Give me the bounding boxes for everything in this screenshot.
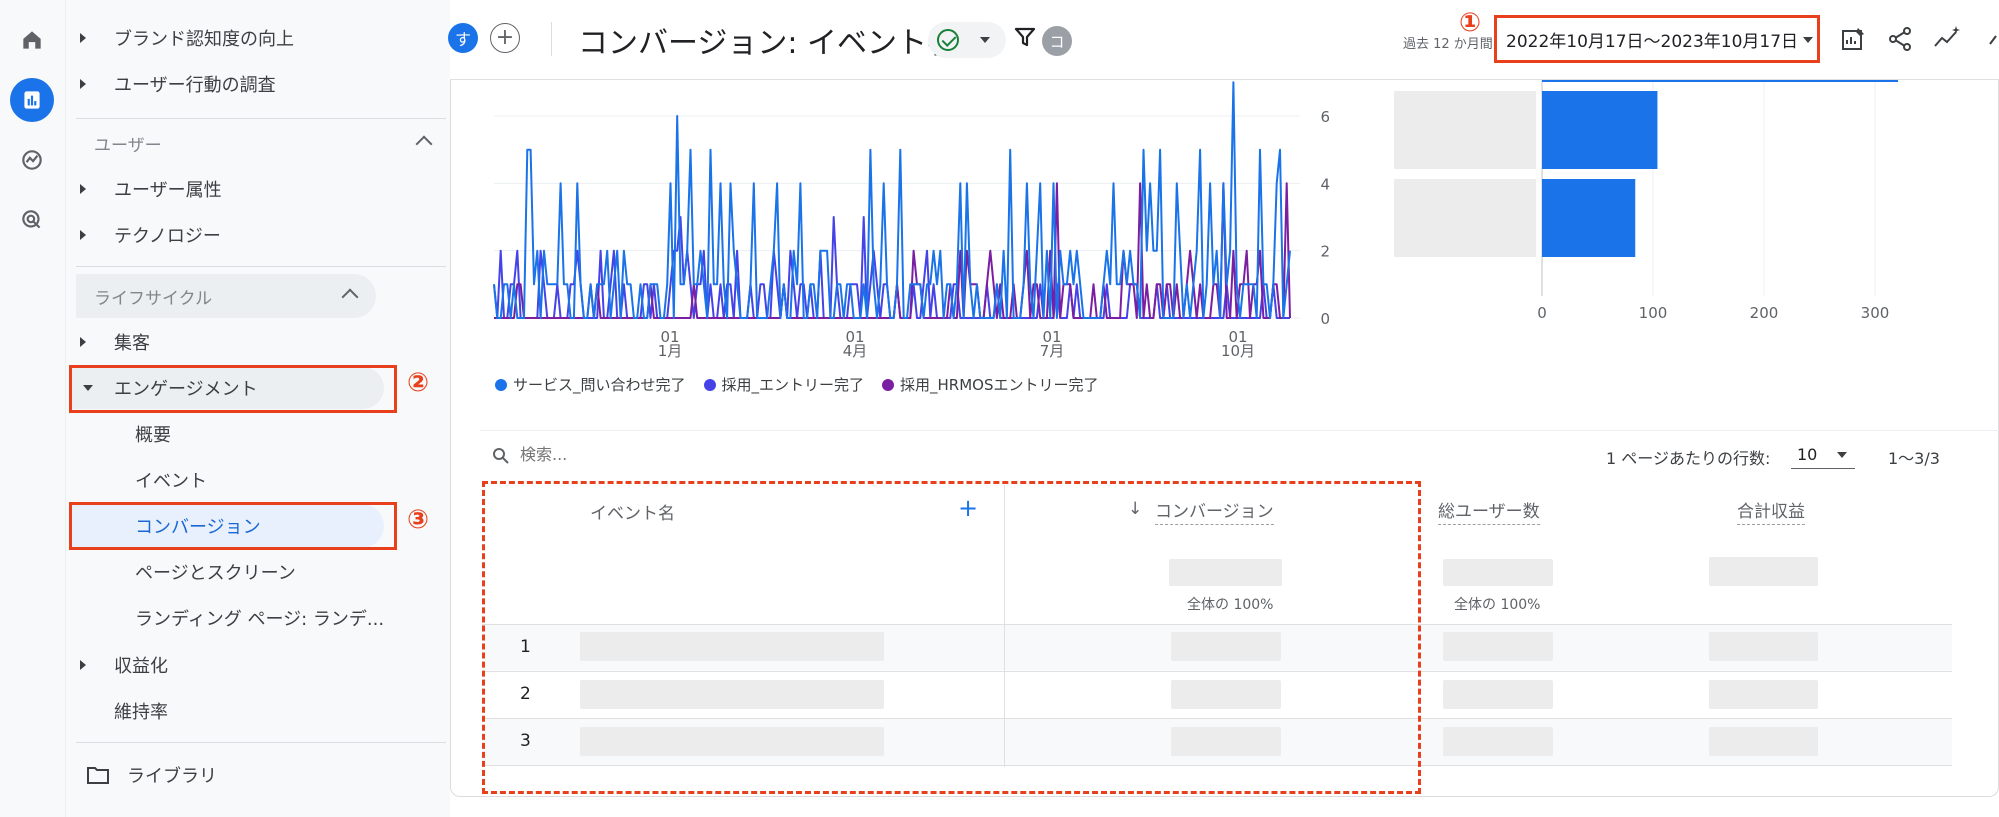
x-tick-label: 300 xyxy=(1861,304,1890,322)
revenue-cell xyxy=(1709,632,1818,661)
search-input[interactable] xyxy=(520,445,820,464)
users-cell xyxy=(1443,680,1553,709)
users-cell xyxy=(1443,727,1553,756)
legend-item-service-inquiry[interactable]: サービス_問い合わせ完了 xyxy=(495,374,686,395)
y-tick-label: 4 xyxy=(1320,175,1330,193)
y-tick-label: 2 xyxy=(1320,243,1330,261)
series-line-recruit-entry xyxy=(493,216,1290,319)
x-tick-label: 200 xyxy=(1750,304,1779,322)
legend-item-recruit-entry[interactable]: 採用_エントリー完了 xyxy=(703,374,864,395)
bar-label-placeholder xyxy=(1394,179,1536,257)
revenue-cell xyxy=(1709,680,1818,709)
rows-per-page-label: 1 ページあたりの行数: xyxy=(1606,449,1771,468)
annotation-box-table xyxy=(482,481,1421,794)
bar xyxy=(1542,91,1658,169)
x-tick-label: 0 xyxy=(1537,304,1547,322)
total-users-value xyxy=(1443,559,1553,586)
legend-item-hrmos-entry[interactable]: 採用_HRMOSエントリー完了 xyxy=(882,374,1099,395)
y-tick-label: 0 xyxy=(1320,310,1330,328)
legend-dot xyxy=(495,378,507,391)
bar xyxy=(1542,179,1636,257)
x-tick-label: 4月 xyxy=(843,342,868,360)
x-tick-label: 100 xyxy=(1639,304,1668,322)
x-tick-label: 1月 xyxy=(658,342,683,360)
chevron-down-icon xyxy=(1837,452,1847,458)
total-percent-users: 全体の 100% xyxy=(1454,597,1541,613)
bar-label-placeholder xyxy=(1394,91,1536,169)
users-cell xyxy=(1443,632,1553,661)
column-header-total-users[interactable]: 総ユーザー数 xyxy=(1438,497,1540,525)
total-revenue-value xyxy=(1709,557,1818,586)
pagination-status: 1〜3/3 xyxy=(1888,449,1940,468)
legend-dot xyxy=(703,378,716,391)
chart-legend: サービス_問い合わせ完了 採用_エントリー完了 採用_HRMOSエントリー完了 xyxy=(495,374,1099,395)
y-tick-label: 6 xyxy=(1320,108,1330,126)
legend-dot xyxy=(882,378,895,391)
x-tick-label: 7月 xyxy=(1040,342,1065,360)
series-line-service-inquiry xyxy=(493,81,1291,319)
rows-per-page-select[interactable]: 10 xyxy=(1791,441,1855,469)
table-toolbar: 1 ページあたりの行数: 10 1〜3/3 xyxy=(480,430,1999,480)
x-tick-label: 10月 xyxy=(1221,342,1255,360)
column-header-total-revenue[interactable]: 合計収益 xyxy=(1737,497,1805,525)
search-icon xyxy=(493,448,509,464)
revenue-cell xyxy=(1709,727,1818,756)
